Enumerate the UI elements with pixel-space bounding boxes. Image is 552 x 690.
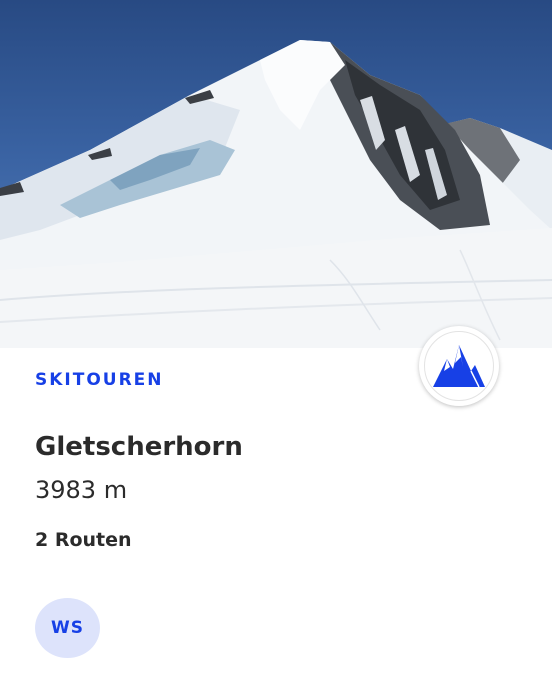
elevation: 3983 m — [35, 476, 128, 504]
tour-title: Gletscherhorn — [35, 432, 243, 462]
mountain-icon — [433, 345, 485, 388]
difficulty-badge: WS — [35, 598, 100, 658]
category-label: SKITOUREN — [35, 370, 164, 390]
hero-photo — [0, 0, 552, 348]
mountain-badge — [419, 326, 499, 406]
route-count: 2 Routen — [35, 529, 132, 551]
tour-card[interactable]: SKITOUREN Gletscherhorn 3983 m 2 Routen … — [0, 0, 552, 690]
mountain-badge-ring — [424, 331, 494, 401]
